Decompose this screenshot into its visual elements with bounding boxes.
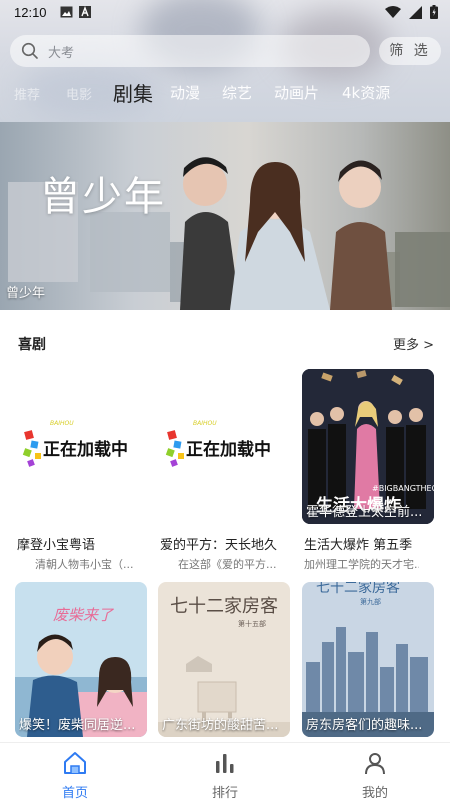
featured-banner[interactable]: 曾少年 曾少年 bbox=[0, 122, 450, 310]
wifi-icon bbox=[385, 5, 401, 18]
nav-mine-label: 我的 bbox=[361, 786, 388, 800]
image-icon bbox=[60, 6, 73, 18]
nav-ranking[interactable]: 排行 bbox=[185, 751, 265, 800]
poster-loading-placeholder: BAIHOU 正在加载中 bbox=[158, 369, 290, 524]
poster-subtitle: 第十五部 bbox=[238, 619, 266, 628]
battery-icon bbox=[430, 5, 438, 19]
card-title: 生活大爆炸 第五季 bbox=[304, 538, 413, 553]
video-card[interactable]: BAIHOU 正在加载中 摩登小宝粤语 清朝人物韦小宝（... bbox=[15, 369, 147, 579]
poster-overlay-text: 广东街坊的酸甜苦... bbox=[162, 718, 279, 733]
poster-room: 七十二家房客 第十五部 广东街坊的酸甜苦... bbox=[158, 582, 290, 737]
card-title: 爱的平方：天长地久 bbox=[160, 538, 278, 553]
loading-logo: BAIHOU 正在加载中 bbox=[165, 420, 271, 467]
tab-anime[interactable]: 动漫 bbox=[170, 82, 200, 103]
tab-4k[interactable]: 4k资源 bbox=[342, 82, 390, 103]
video-card[interactable]: 七十二家房客 第十五部 广东街坊的酸甜苦... bbox=[158, 582, 290, 737]
poster-couple: 废柴来了 爆笑！废柴同居逆... bbox=[15, 582, 147, 737]
filter-button[interactable]: 筛 选 bbox=[379, 37, 441, 65]
loading-text: 正在加载中 bbox=[43, 439, 128, 460]
search-icon bbox=[21, 42, 38, 59]
banner-caption: 曾少年 bbox=[6, 286, 46, 301]
video-card[interactable]: 七十二家房客 第九部 房东房客们的趣味... bbox=[302, 582, 434, 737]
video-card[interactable]: 废柴来了 爆笑！废柴同居逆... bbox=[15, 582, 147, 737]
tab-cartoon[interactable]: 动画片 bbox=[274, 82, 319, 103]
search-placeholder: 大考 bbox=[48, 46, 75, 61]
section-title: 喜剧 bbox=[18, 337, 46, 353]
loading-logo: BAIHOU 正在加载中 bbox=[22, 420, 128, 467]
poster-title: 废柴来了 bbox=[53, 606, 115, 624]
tab-movies[interactable]: 电影 bbox=[66, 84, 92, 103]
bottom-nav: 首页 排行 我的 bbox=[0, 742, 450, 800]
person-icon bbox=[365, 753, 385, 775]
nav-home-label: 首页 bbox=[61, 786, 88, 800]
banner-title: 曾少年 bbox=[40, 174, 166, 220]
more-link[interactable]: 更多 > bbox=[393, 334, 434, 353]
poster-city: 七十二家房客 第九部 房东房客们的趣味... bbox=[302, 582, 434, 737]
card-subtitle: 在这部《爱的平方... bbox=[178, 558, 277, 571]
poster-overlay-text: 霍华德登上太空前... bbox=[306, 505, 423, 520]
video-card[interactable]: #BIGBANGTHEORY 生活大爆炸 霍华德登上太空前... 生活大爆炸 第… bbox=[302, 369, 434, 579]
poster-title: 七十二家房客 bbox=[316, 582, 400, 596]
poster-overlay-text: 房东房客们的趣味... bbox=[306, 718, 423, 733]
category-tabs: 推荐 电影 剧集 动漫 综艺 动画片 4k资源 bbox=[0, 78, 450, 108]
poster-overlay-text: 爆笑！废柴同居逆... bbox=[19, 718, 136, 733]
poster-title: 七十二家房客 bbox=[170, 596, 278, 617]
card-title: 摩登小宝粤语 bbox=[17, 538, 96, 553]
card-subtitle: 加州理工学院的天才宅... bbox=[304, 558, 419, 571]
tab-variety[interactable]: 综艺 bbox=[222, 82, 252, 103]
poster-subtitle: 第九部 bbox=[360, 597, 381, 606]
poster-loading-placeholder: BAIHOU 正在加载中 bbox=[15, 369, 147, 524]
status-time: 12:10 bbox=[14, 5, 47, 20]
status-bar: 12:10 bbox=[0, 0, 450, 26]
header: 12:10 大考 筛 选 推荐 电影 剧集 动漫 综艺 动画片 4k资源 bbox=[0, 0, 450, 122]
tab-recommend[interactable]: 推荐 bbox=[14, 84, 40, 103]
signal-icon bbox=[409, 5, 422, 19]
loading-text: 正在加载中 bbox=[186, 439, 271, 460]
poster-big-bang-theory: #BIGBANGTHEORY 生活大爆炸 霍华德登上太空前... bbox=[302, 369, 434, 524]
bar-chart-icon bbox=[216, 754, 234, 773]
nav-home[interactable]: 首页 bbox=[35, 751, 115, 800]
search-box[interactable]: 大考 bbox=[10, 35, 370, 67]
nav-mine[interactable]: 我的 bbox=[335, 751, 415, 800]
card-subtitle: 清朝人物韦小宝（... bbox=[35, 558, 134, 571]
poster-title-en: #BIGBANGTHEORY bbox=[372, 484, 434, 493]
loading-brand: BAIHOU bbox=[50, 420, 74, 427]
home-icon bbox=[64, 752, 86, 774]
section-header: 喜剧 更多 > bbox=[0, 326, 450, 356]
tab-series[interactable]: 剧集 bbox=[113, 78, 153, 107]
nav-ranking-label: 排行 bbox=[211, 786, 238, 800]
video-card[interactable]: BAIHOU 正在加载中 爱的平方：天长地久 在这部《爱的平方... bbox=[158, 369, 290, 579]
loading-brand: BAIHOU bbox=[193, 420, 217, 427]
a-notification-icon bbox=[79, 6, 91, 18]
